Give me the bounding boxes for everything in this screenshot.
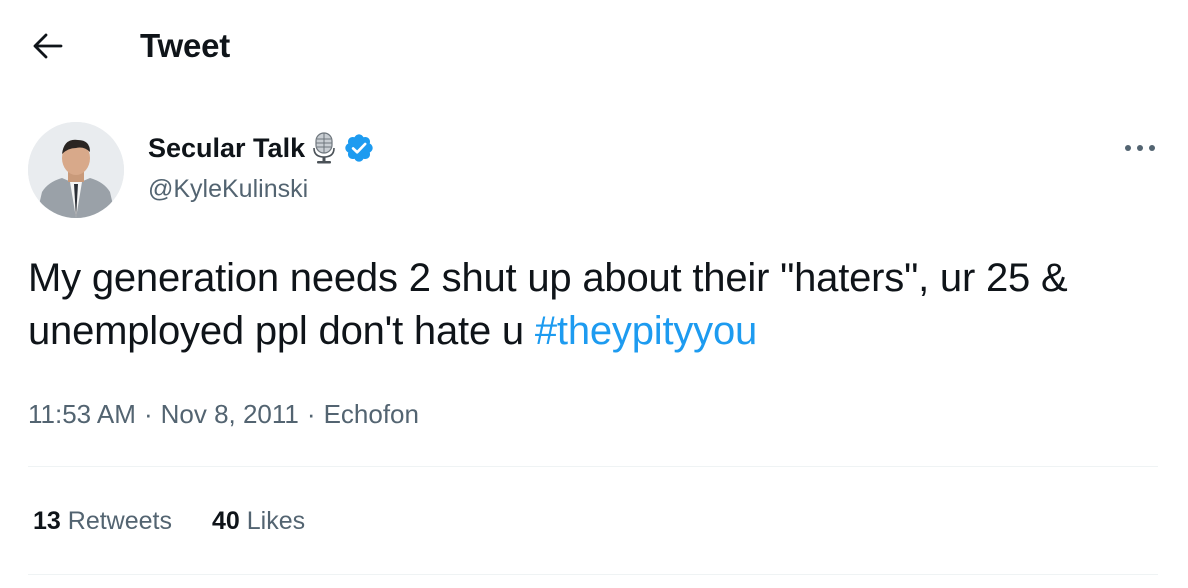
tweet-text: My generation needs 2 shut up about thei…: [28, 252, 1158, 358]
avatar[interactable]: [28, 122, 124, 218]
author-display-name[interactable]: Secular Talk: [148, 133, 305, 164]
meta-separator: ·: [143, 398, 153, 429]
author-handle[interactable]: @KyleKulinski: [148, 172, 308, 206]
tweet-time[interactable]: 11:53 AM: [28, 399, 136, 430]
tweet-date[interactable]: Nov 8, 2011: [161, 399, 299, 430]
likes-stat[interactable]: 40 Likes: [212, 507, 305, 536]
likes-label: Likes: [246, 506, 306, 535]
retweets-count: 13: [33, 506, 61, 535]
author-name-row: Secular Talk: [148, 128, 375, 168]
more-options-button[interactable]: [1118, 132, 1162, 164]
hashtag-link[interactable]: #theypityyou: [535, 309, 757, 353]
divider: [28, 466, 1158, 467]
page-title: Tweet: [140, 27, 231, 64]
retweets-label: Retweets: [67, 506, 172, 535]
avatar-image: [28, 122, 124, 218]
tweet-stats: 13 Retweets 40 Likes: [33, 500, 305, 542]
arrow-left-icon: [33, 33, 63, 59]
retweets-stat[interactable]: 13 Retweets: [33, 507, 172, 536]
tweet-source[interactable]: Echofon: [324, 399, 419, 430]
microphone-icon: [313, 132, 335, 164]
back-button[interactable]: [24, 24, 72, 68]
likes-count: 40: [211, 506, 240, 535]
meta-separator: ·: [306, 398, 316, 429]
verified-badge-icon: [345, 134, 373, 162]
more-horizontal-icon: [1125, 145, 1155, 151]
tweet-meta: 11:53 AM · Nov 8, 2011 · Echofon: [28, 394, 419, 434]
header: Tweet: [0, 0, 1188, 92]
divider: [28, 574, 1158, 575]
